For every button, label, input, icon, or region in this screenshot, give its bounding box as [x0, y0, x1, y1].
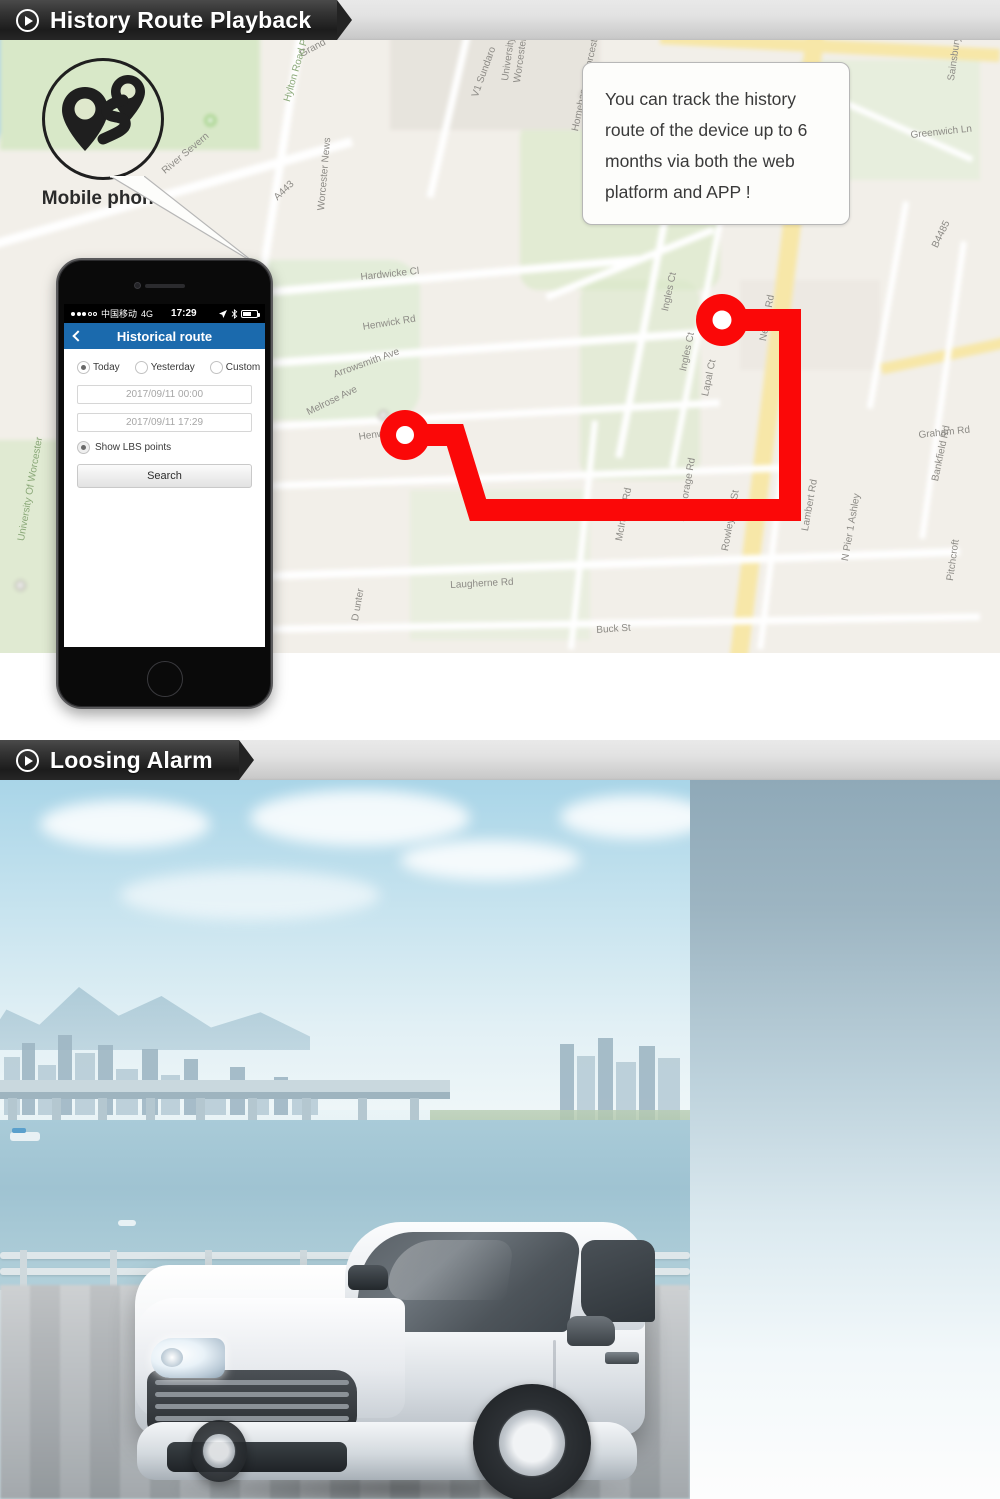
- car-headlight: [151, 1338, 225, 1378]
- map-poi-park[interactable]: [205, 115, 216, 126]
- map-park-4: [580, 280, 700, 480]
- signal-dots-icon: [71, 311, 97, 316]
- show-lbs-points-row[interactable]: Show LBS points: [77, 441, 252, 454]
- search-button[interactable]: Search: [77, 464, 252, 488]
- map-route-pins-icon: [42, 58, 164, 180]
- location-arrow-icon: [219, 309, 227, 318]
- section-tab-loosing-alarm: Loosing Alarm: [0, 740, 254, 780]
- phone-nav-title: Historical route: [116, 328, 213, 344]
- radio-today-label: Today: [93, 362, 120, 373]
- car-photo: [0, 780, 690, 1499]
- car-side-window: [581, 1240, 655, 1322]
- bluetooth-icon: [231, 308, 238, 319]
- section-tab-history-route-playback: History Route Playback: [0, 0, 353, 40]
- phone-camera-icon: [134, 282, 141, 289]
- carrier-label: 中国移动: [101, 309, 138, 319]
- date-range-radio-group: Today Yesterday Custom: [77, 361, 260, 374]
- section-history-route-playback: History Route Playback Grand Hylton Road…: [0, 0, 1000, 740]
- white-suv-car: [105, 1170, 665, 1499]
- show-lbs-points-label: Show LBS points: [95, 442, 172, 453]
- radio-custom[interactable]: [209, 361, 223, 374]
- section-title-2: Loosing Alarm: [50, 746, 213, 773]
- cloud-1: [40, 800, 210, 848]
- cloud-5: [120, 870, 380, 920]
- car-side-mirror: [567, 1316, 615, 1346]
- history-route-callout-text: You can track the history route of the d…: [605, 89, 808, 202]
- section-header-bar-2: Loosing Alarm: [0, 740, 1000, 780]
- phone-mockup: 中国移动 4G 17:29 Historical route Today Yes…: [56, 258, 273, 709]
- phone-nav-bar: Historical route: [64, 323, 265, 349]
- battery-icon: [241, 309, 260, 318]
- play-arrow-icon: [16, 748, 39, 772]
- phone-speaker: [144, 284, 185, 288]
- page-root: History Route Playback Grand Hylton Road…: [0, 0, 1000, 1499]
- phone-screen: 中国移动 4G 17:29 Historical route Today Yes…: [64, 304, 265, 647]
- map-poi-2[interactable]: [378, 410, 389, 421]
- car-fender-vent: [605, 1352, 639, 1364]
- radio-yesterday[interactable]: [134, 361, 148, 374]
- callout-tail-1: [110, 176, 257, 265]
- section-title-1: History Route Playback: [50, 6, 312, 33]
- boat-1: [10, 1128, 40, 1141]
- phone-status-bar: 中国移动 4G 17:29: [64, 304, 265, 323]
- start-time-field[interactable]: 2017/09/11 00:00: [77, 385, 252, 404]
- cloud-3: [400, 840, 580, 880]
- section-loosing-alarm: Loosing Alarm: [0, 740, 1000, 1499]
- status-time: 17:29: [171, 308, 197, 319]
- right-info-panel: [690, 780, 1000, 1499]
- radio-custom-label: Custom: [225, 362, 261, 373]
- history-route-callout: You can track the history route of the d…: [582, 62, 850, 225]
- car-front-wheel: [473, 1384, 591, 1499]
- car-left-mirror: [348, 1265, 388, 1290]
- cloud-2: [250, 790, 470, 846]
- section-header-bar-1: History Route Playback: [0, 0, 1000, 40]
- phone-form: Today Yesterday Custom 2017/09/11 00:00 …: [64, 349, 265, 488]
- radio-show-lbs-points[interactable]: [77, 441, 90, 454]
- radio-today[interactable]: [77, 361, 90, 374]
- map-poi-3[interactable]: [15, 580, 26, 591]
- city-skyline-right: [560, 1020, 690, 1120]
- status-right-icons: [218, 308, 260, 319]
- end-time-field[interactable]: 2017/09/11 17:29: [77, 413, 252, 432]
- phone-home-button[interactable]: [146, 661, 183, 697]
- play-arrow-icon: [16, 8, 39, 32]
- car-rear-wheel: [191, 1420, 247, 1482]
- radio-yesterday-label: Yesterday: [150, 362, 195, 373]
- network-label: 4G: [141, 308, 154, 319]
- car-scene: [0, 780, 1000, 1499]
